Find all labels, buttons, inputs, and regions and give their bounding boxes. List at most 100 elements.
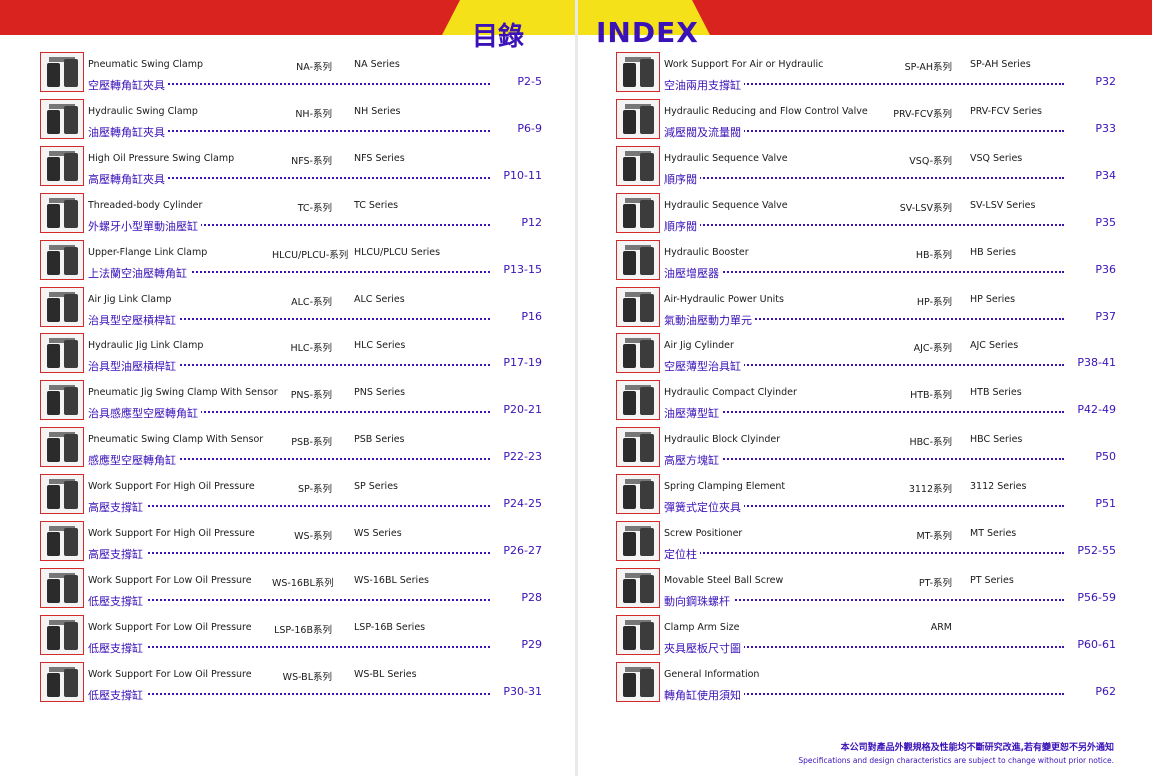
page-number[interactable]: P17-19 — [500, 356, 542, 370]
cn-line: 感應型空壓轉角缸 P22-23 — [88, 449, 548, 468]
model-code: LSP-16B系列 — [274, 624, 332, 636]
series-name: MT Series — [970, 528, 1017, 539]
page-number[interactable]: P50 — [1092, 450, 1116, 464]
product-name-en: Work Support For High Oil Pressure — [88, 481, 255, 493]
series-name: TC Series — [354, 199, 399, 211]
cn-line: 夾具壓板尺寸圖 P60-61 — [664, 637, 1122, 655]
index-entry[interactable]: Pneumatic Swing Clamp With Sensor PSB-系列 P… — [40, 427, 548, 469]
product-photo — [616, 192, 660, 233]
page-number[interactable]: P6-9 — [514, 121, 542, 135]
index-entry[interactable]: Threaded-body Cylinder TC-系列 TC Series 外螺牙小… — [40, 192, 548, 235]
product-name-cn: 定位柱 — [664, 548, 700, 561]
model-code: AJC-系列 — [913, 343, 952, 355]
page-number[interactable]: P34 — [1092, 168, 1116, 182]
product-photo — [616, 661, 660, 702]
index-entry[interactable]: Upper-Flange Link Clamp HLCU/PLCU-系列 HLCU/… — [40, 239, 548, 282]
product-name-en: Threaded-body Cylinder — [88, 199, 203, 211]
product-photo — [616, 567, 660, 608]
page-number[interactable]: P36 — [1092, 262, 1116, 276]
page-number[interactable]: P38-41 — [1074, 356, 1116, 370]
page-number[interactable]: P26-27 — [500, 544, 542, 557]
index-entry[interactable]: Clamp Arm Size ARM 夾具壓板尺寸圖 P60-61 — [616, 614, 1122, 657]
index-entry[interactable]: Hydraulic Block Clyinder HBC-系列 HBC Series… — [616, 427, 1122, 469]
product-name-en: Hydraulic Jig Link Clamp — [88, 340, 204, 352]
index-entry[interactable]: Hydraulic Booster HB-系列 HB Series 油壓增壓器 P36 — [616, 239, 1122, 282]
product-name-cn: 外螺牙小型單動油壓缸 — [88, 219, 201, 233]
index-entry[interactable]: Air Jig Link Clamp ALC-系列 ALC Series 治具型空壓槓… — [40, 286, 548, 329]
cn-line: 彈簧式定位夾具 P51 — [664, 496, 1122, 515]
index-entry[interactable]: Air Jig Cylinder AJC-系列 AJC Series 空壓薄型治具缸 P… — [616, 333, 1122, 375]
index-entry[interactable]: Work Support For Low Oil Pressure WS-16BL… — [40, 567, 548, 610]
product-name-cn: 轉角缸使用須知 — [664, 688, 744, 702]
cn-line: 上法蘭空油壓轉角缸 P13-15 — [88, 262, 548, 280]
page-number[interactable]: P62 — [1092, 684, 1116, 698]
model-code: HB-系列 — [915, 249, 952, 261]
index-entry[interactable]: Hydraulic Reducing and Flow Control Valv… — [616, 98, 1122, 141]
index-entry[interactable]: Work Support For Air or Hydraulic SP-AH系列… — [616, 52, 1122, 94]
series-name: HTB Series — [970, 387, 1022, 399]
index-entry[interactable]: Hydraulic Swing Clamp NH-系列 NH Series 油壓轉角缸… — [40, 98, 548, 141]
cn-line: 高壓方塊缸 P50 — [664, 449, 1122, 468]
page-number[interactable]: P32 — [1092, 75, 1116, 88]
index-entry[interactable]: Work Support For Low Oil Pressure WS-BL系列… — [40, 661, 548, 704]
page-number[interactable]: P42-49 — [1074, 403, 1116, 417]
index-entry[interactable]: General Information 轉角缸使用須知 P62 — [616, 661, 1122, 704]
dot-leader — [664, 552, 1064, 554]
model-code: HLCU/PLCU-系列 — [272, 249, 349, 261]
product-name-cn: 油壓薄型缸 — [664, 407, 722, 421]
page-number[interactable]: P37 — [1092, 309, 1116, 323]
index-entry[interactable]: Screw Positioner MT-系列 MT Series 定位柱 P52-55 — [616, 521, 1122, 563]
index-entry[interactable]: Work Support For High Oil Pressure SP-系列 S… — [40, 474, 548, 516]
index-entry[interactable]: Hydraulic Compact Clyinder HTB-系列 HTB Seri… — [616, 380, 1122, 422]
page-number[interactable]: P51 — [1092, 497, 1116, 511]
product-name-cn: 順序閥 — [664, 172, 700, 186]
page-number[interactable]: P22-23 — [500, 450, 542, 464]
series-name: PNS Series — [354, 387, 406, 399]
cn-line: 定位柱 P52-55 — [664, 543, 1122, 561]
product-photo — [40, 286, 84, 327]
index-entry[interactable]: Hydraulic Jig Link Clamp HLC-系列 HLC Series… — [40, 333, 548, 375]
series-name: HLC Series — [354, 340, 406, 352]
index-entry[interactable]: Hydraulic Sequence Valve SV-LSV系列 SV-LSV S… — [616, 192, 1122, 235]
page-number[interactable]: P2-5 — [514, 75, 542, 88]
model-code: PSB-系列 — [291, 437, 332, 449]
series-name: PSB Series — [354, 434, 405, 446]
page-number[interactable]: P10-11 — [500, 168, 542, 182]
page-number[interactable]: P13-15 — [500, 262, 542, 276]
page-number[interactable]: P24-25 — [500, 497, 542, 511]
cn-line: 低壓支撐缸 P28 — [88, 590, 548, 608]
cn-line: 低壓支撐缸 P29 — [88, 637, 548, 655]
series-name: LSP-16B Series — [354, 621, 426, 633]
index-entry[interactable]: Spring Clamping Element 3112系列 3112 Series… — [616, 474, 1122, 516]
product-photo — [40, 474, 84, 515]
page-number[interactable]: P33 — [1092, 121, 1116, 135]
page-number[interactable]: P20-21 — [500, 403, 542, 417]
page-number[interactable]: P60-61 — [1074, 637, 1116, 651]
index-entry[interactable]: High Oil Pressure Swing Clamp NFS-系列 NFS S… — [40, 145, 548, 188]
series-name: WS-BL Series — [354, 668, 417, 680]
page-number[interactable]: P28 — [518, 590, 542, 604]
product-photo — [616, 52, 660, 92]
page-number[interactable]: P29 — [518, 637, 542, 651]
page-number[interactable]: P56-59 — [1074, 590, 1116, 604]
series-name: SP Series — [354, 481, 398, 493]
index-entry[interactable]: Hydraulic Sequence Valve VSQ-系列 VSQ Series… — [616, 145, 1122, 188]
page-number[interactable]: P16 — [518, 309, 542, 323]
cn-line: 油壓薄型缸 P42-49 — [664, 402, 1122, 421]
index-entry[interactable]: Work Support For Low Oil Pressure LSP-16B… — [40, 614, 548, 657]
series-name: NA Series — [354, 59, 400, 70]
series-name: HBC Series — [970, 434, 1023, 446]
series-name: WS Series — [354, 528, 402, 539]
index-entry[interactable]: Work Support For High Oil Pressure WS-系列 W… — [40, 521, 548, 563]
product-photo — [616, 474, 660, 515]
page-number[interactable]: P52-55 — [1074, 544, 1116, 557]
index-entry[interactable]: Movable Steel Ball Screw PT-系列 PT Series 動向… — [616, 567, 1122, 610]
page-number[interactable]: P30-31 — [500, 684, 542, 698]
page-number[interactable]: P35 — [1092, 215, 1116, 229]
index-entry[interactable]: Pneumatic Jig Swing Clamp With Sensor PNS… — [40, 380, 548, 422]
page-number[interactable]: P12 — [518, 215, 542, 229]
index-entry[interactable]: Air-Hydraulic Power Units HP-系列 HP Series 氣… — [616, 286, 1122, 329]
model-code: HP-系列 — [916, 296, 952, 308]
model-code: VSQ-系列 — [909, 155, 952, 167]
index-entry[interactable]: Pneumatic Swing Clamp NA-系列 NA Series 空壓轉角缸… — [40, 52, 548, 94]
